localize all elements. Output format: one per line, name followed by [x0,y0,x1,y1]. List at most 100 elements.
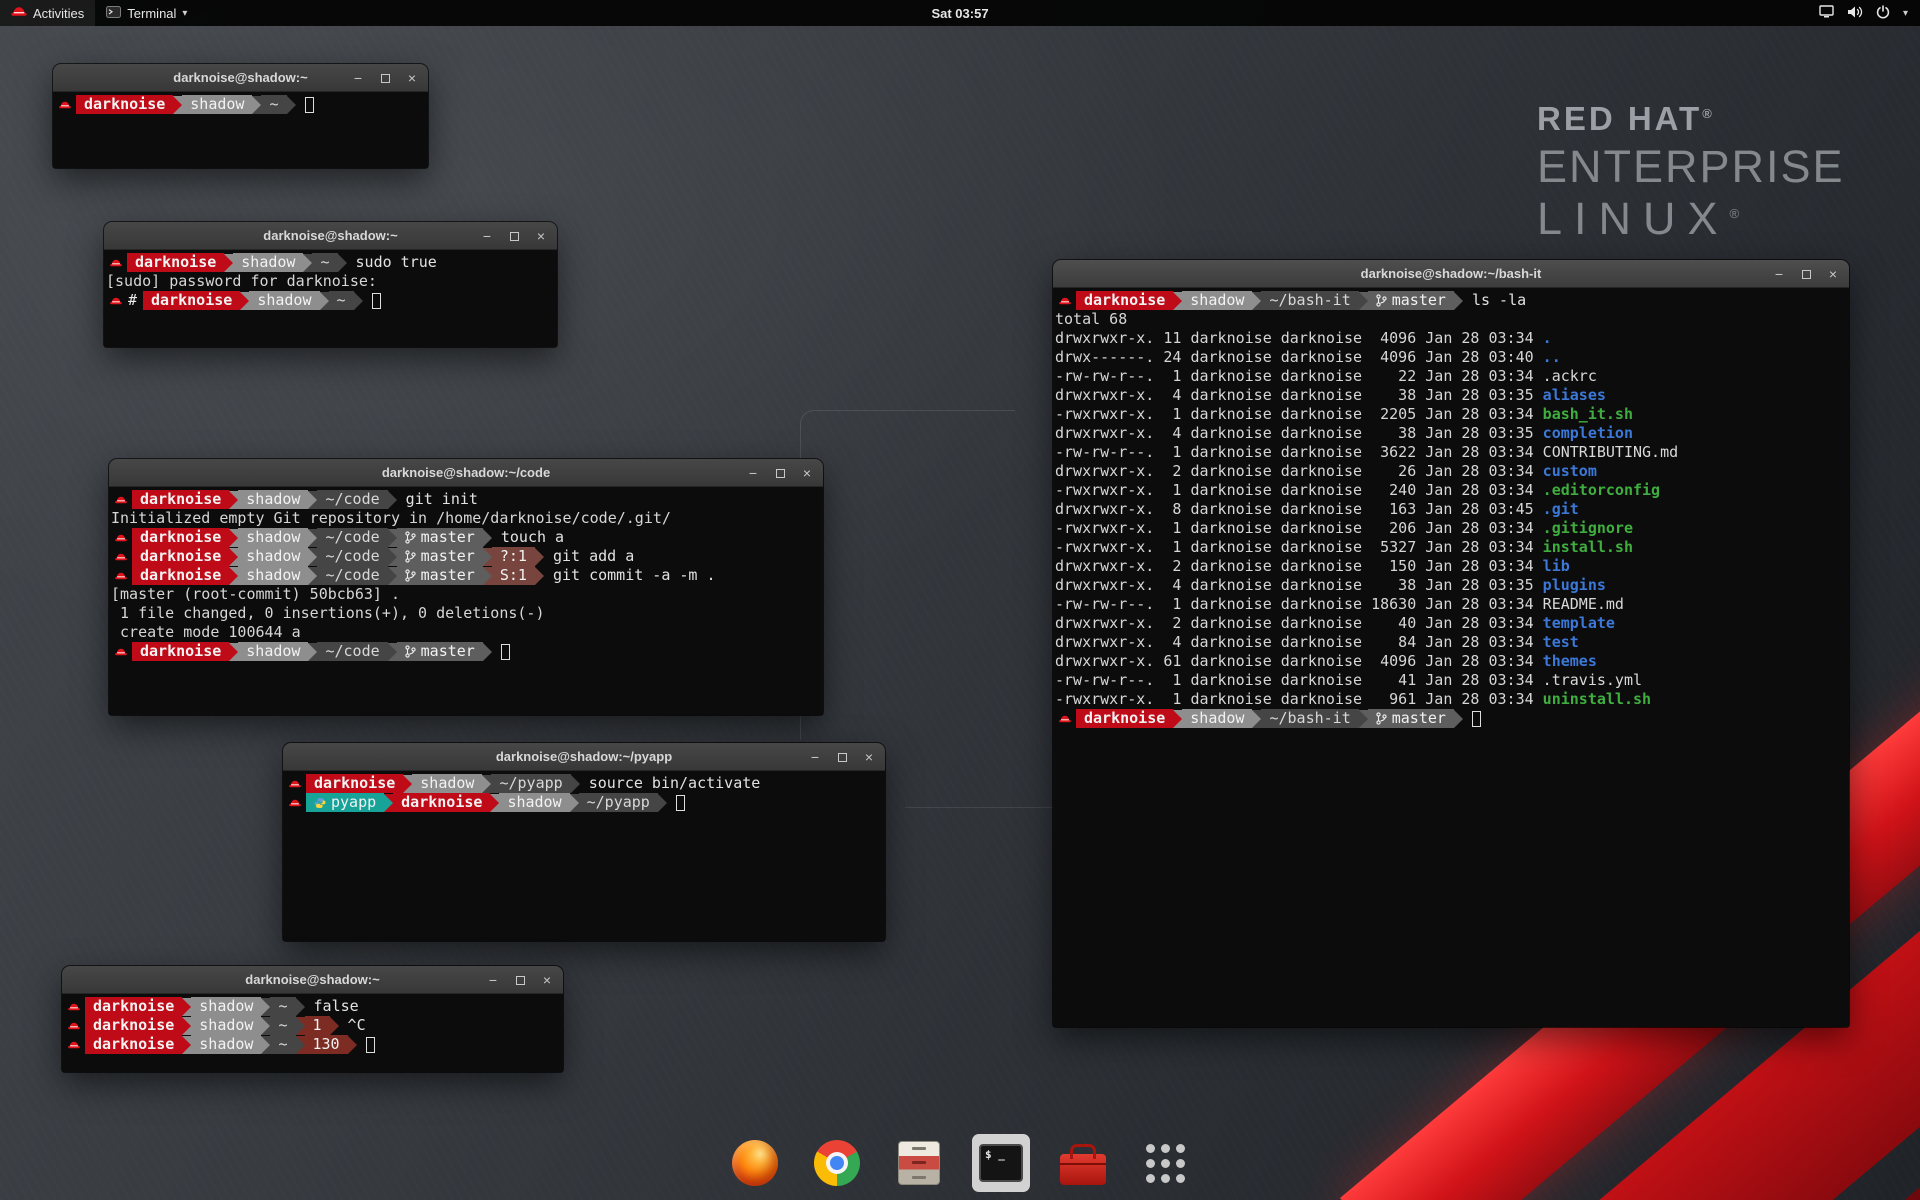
window-controls: −× [746,459,814,486]
window-titlebar[interactable]: darknoise@shadow:~/pyapp − × [283,743,885,771]
python-icon [314,797,326,809]
prompt-line: darknoiseshadow~/codemasterS:1 git commi… [111,566,823,585]
command-text: touch a [492,528,564,547]
app-menu-terminal[interactable]: Terminal ▾ [95,0,198,26]
ls-entry-meta: drwxrwxr-x. 8 darknoise darknoise 163 Ja… [1055,500,1543,518]
ls-entry-meta: -rwxrwxr-x. 1 darknoise darknoise 2205 J… [1055,405,1543,423]
prompt-segment-path: ~/pyapp [491,774,570,793]
dock-item-terminal[interactable] [972,1134,1030,1192]
terminal-content[interactable]: darknoiseshadow~ [53,92,428,168]
window-title: darknoise@shadow:~ [245,972,379,987]
prompt-segment-path: ~ [270,1016,295,1035]
powerline-arrow [483,567,492,585]
powerline-arrow [296,998,305,1016]
command-text: git add a [544,547,634,566]
minimize-button[interactable]: − [351,71,365,85]
ls-entry-line: -rw-rw-r--. 1 darknoise darknoise 22 Jan… [1055,367,1849,386]
ls-entry-meta: -rw-rw-r--. 1 darknoise darknoise 18630 … [1055,595,1543,613]
dock-item-chrome[interactable] [808,1134,866,1192]
minimize-button[interactable]: − [486,973,500,987]
minimize-button[interactable]: − [480,229,494,243]
prompt-segment-user: darknoise [393,793,490,812]
window-controls: −× [480,222,548,249]
prompt-segment-path: ~/bash-it [1261,291,1358,310]
command-text: git commit -a -m . [544,566,716,585]
prompt-segment-git: master [1368,291,1454,310]
close-button[interactable]: × [540,973,554,987]
window-titlebar[interactable]: darknoise@shadow:~−× [53,64,428,92]
maximize-button[interactable] [773,466,787,480]
prompt-segment-venv: pyapp [306,793,384,812]
ls-entry-line: -rwxrwxr-x. 1 darknoise darknoise 206 Ja… [1055,519,1849,538]
close-button[interactable]: × [800,466,814,480]
close-button[interactable]: × [405,71,419,85]
terminal-cursor [676,795,685,811]
ls-entry-line: drwxrwxr-x. 4 darknoise darknoise 84 Jan… [1055,633,1849,652]
window-controls: −× [486,966,554,993]
maximize-button[interactable] [378,71,392,85]
maximize-button[interactable] [1799,267,1813,281]
prompt-line: darknoiseshadow~/bash-itmaster [1055,709,1849,728]
powerline-arrow [535,567,544,585]
prompt-segment-user: darknoise [132,490,229,509]
terminal-window-4: darknoise@shadow:~/pyapp − × darknoiseshado… [283,743,885,941]
dock-item-firefox[interactable] [726,1134,784,1192]
powerline-arrow [224,254,233,272]
redhat-prompt-icon [115,552,127,562]
powerline-arrow [483,548,492,566]
ls-entry-name: template [1543,614,1615,632]
close-button[interactable]: × [534,229,548,243]
redhat-prompt-icon [289,779,301,789]
maximize-button[interactable] [513,973,527,987]
ls-entry-line: -rw-rw-r--. 1 darknoise darknoise 3622 J… [1055,443,1849,462]
terminal-output-line: total 68 [1055,310,1849,329]
dock-item-toolbox[interactable] [1054,1134,1112,1192]
dock-item-show-apps[interactable] [1136,1134,1194,1192]
ls-entry-line: drwxrwxr-x. 61 darknoise darknoise 4096 … [1055,652,1849,671]
powerline-arrow [287,96,296,114]
terminal-window-3: darknoise@shadow:~/code−×darknoiseshadow… [109,459,823,715]
ls-entry-name: .git [1543,500,1579,518]
terminal-content[interactable]: darknoiseshadow~/code git initInitialize… [109,487,823,715]
clock[interactable]: Sat 03:57 [931,6,988,21]
activities-button[interactable]: Activities [0,0,95,26]
powerline-arrow [403,775,412,793]
minimize-button[interactable]: − [808,750,822,764]
terminal-content[interactable]: darknoiseshadow~ falsedarknoiseshadow~1 … [62,994,563,1072]
branch-icon [1376,712,1387,725]
window-title: darknoise@shadow:~/pyapp [496,749,672,764]
prompt-line: darknoiseshadow~1 ^C [64,1016,563,1035]
command-text: sudo true [347,253,437,272]
terminal-content[interactable]: darknoiseshadow~/pyapp source bin/activa… [283,771,885,941]
dock-item-files[interactable] [890,1134,948,1192]
ls-entry-name: .ackrc [1543,367,1597,385]
powerline-arrow [570,794,579,812]
terminal-cursor [501,644,510,660]
powerline-arrow [173,96,182,114]
prompt-segment-path: ~/code [317,490,387,509]
minimize-button[interactable]: − [746,466,760,480]
close-button[interactable]: × [862,750,876,764]
ls-entry-name: completion [1543,424,1633,442]
prompt-segment-path: ~/bash-it [1261,709,1358,728]
maximize-button[interactable] [507,229,521,243]
terminal-content[interactable]: darknoiseshadow~ sudo true[sudo] passwor… [104,250,557,347]
system-status-area[interactable]: ▾ [1807,0,1920,26]
minimize-button[interactable]: − [1772,267,1786,281]
ls-entry-meta: -rwxrwxr-x. 1 darknoise darknoise 206 Ja… [1055,519,1543,537]
window-titlebar[interactable]: darknoise@shadow:~−× [104,222,557,250]
chrome-icon [814,1140,860,1186]
powerline-arrow [388,491,397,509]
ls-entry-line: drwxrwxr-x. 2 darknoise darknoise 26 Jan… [1055,462,1849,481]
branch-icon [405,550,416,563]
window-title: darknoise@shadow:~/bash-it [1361,266,1542,281]
powerline-arrow [229,491,238,509]
terminal-content[interactable]: darknoiseshadow~/bash-itmaster ls -latot… [1053,288,1849,1027]
window-controls: −× [1772,260,1840,287]
maximize-button[interactable] [835,750,849,764]
window-titlebar[interactable]: darknoise@shadow:~/bash-it−× [1053,260,1849,288]
window-titlebar[interactable]: darknoise@shadow:~−× [62,966,563,994]
window-titlebar[interactable]: darknoise@shadow:~/code−× [109,459,823,487]
close-button[interactable]: × [1826,267,1840,281]
powerline-arrow [483,643,492,661]
